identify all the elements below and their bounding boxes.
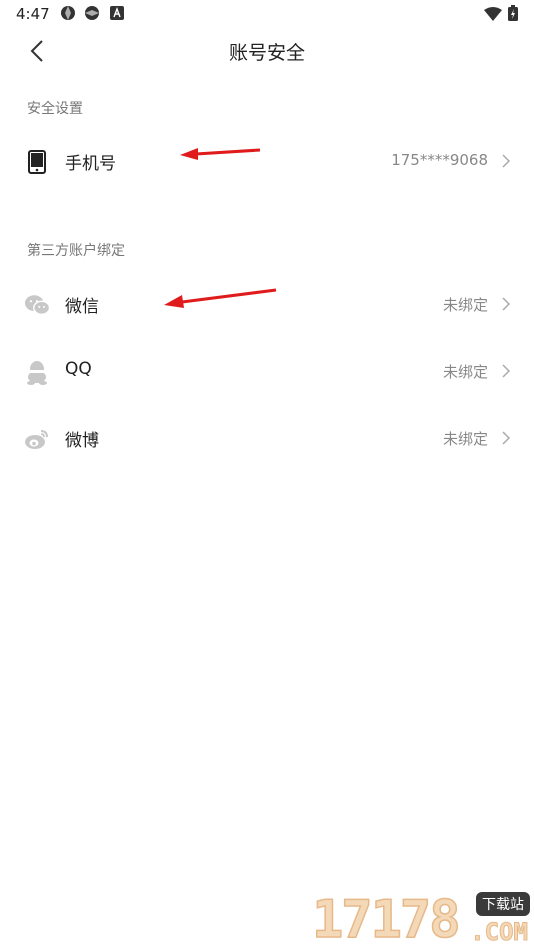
shutter-icon bbox=[84, 5, 100, 25]
phone-icon bbox=[24, 149, 50, 175]
watermark-logo: 17178 下载站 .COM bbox=[304, 886, 534, 950]
a-notification-icon bbox=[110, 5, 124, 24]
chevron-right-icon bbox=[500, 296, 512, 312]
wifi-icon bbox=[484, 6, 502, 25]
phone-row[interactable]: 手机号 175****9068 bbox=[0, 133, 534, 189]
shutter-icon bbox=[60, 5, 76, 25]
watermark-badge: 下载站 bbox=[476, 892, 530, 916]
chevron-right-icon bbox=[500, 153, 512, 169]
section-label-third-party: 第三方账户绑定 bbox=[27, 243, 125, 259]
wechat-icon bbox=[24, 292, 50, 318]
annotation-arrow bbox=[180, 148, 261, 160]
qq-value: 未绑定 bbox=[442, 363, 488, 381]
top-bar: 账号安全 bbox=[0, 28, 534, 74]
weibo-row[interactable]: 微博 未绑定 bbox=[0, 410, 534, 466]
status-bar: 4:47 bbox=[0, 0, 534, 28]
chevron-right-icon bbox=[500, 363, 512, 379]
annotation-arrow bbox=[164, 288, 277, 308]
wechat-label: 微信 bbox=[65, 297, 99, 317]
chevron-right-icon bbox=[500, 430, 512, 446]
qq-row[interactable]: QQ 未绑定 bbox=[0, 343, 534, 399]
qq-label: QQ bbox=[65, 359, 92, 379]
watermark-domain: .COM bbox=[470, 918, 529, 947]
weibo-icon bbox=[24, 426, 50, 452]
qq-icon bbox=[24, 359, 50, 385]
weibo-label: 微博 bbox=[65, 431, 99, 451]
phone-value: 175****9068 bbox=[391, 151, 488, 169]
page-title: 账号安全 bbox=[228, 42, 305, 64]
wechat-value: 未绑定 bbox=[442, 296, 488, 314]
weibo-value: 未绑定 bbox=[442, 430, 488, 448]
battery-charging-icon bbox=[508, 5, 518, 25]
section-label-security: 安全设置 bbox=[27, 101, 83, 117]
status-time: 4:47 bbox=[16, 5, 50, 23]
phone-label: 手机号 bbox=[65, 154, 116, 174]
watermark-digits: 17178 bbox=[311, 890, 461, 950]
